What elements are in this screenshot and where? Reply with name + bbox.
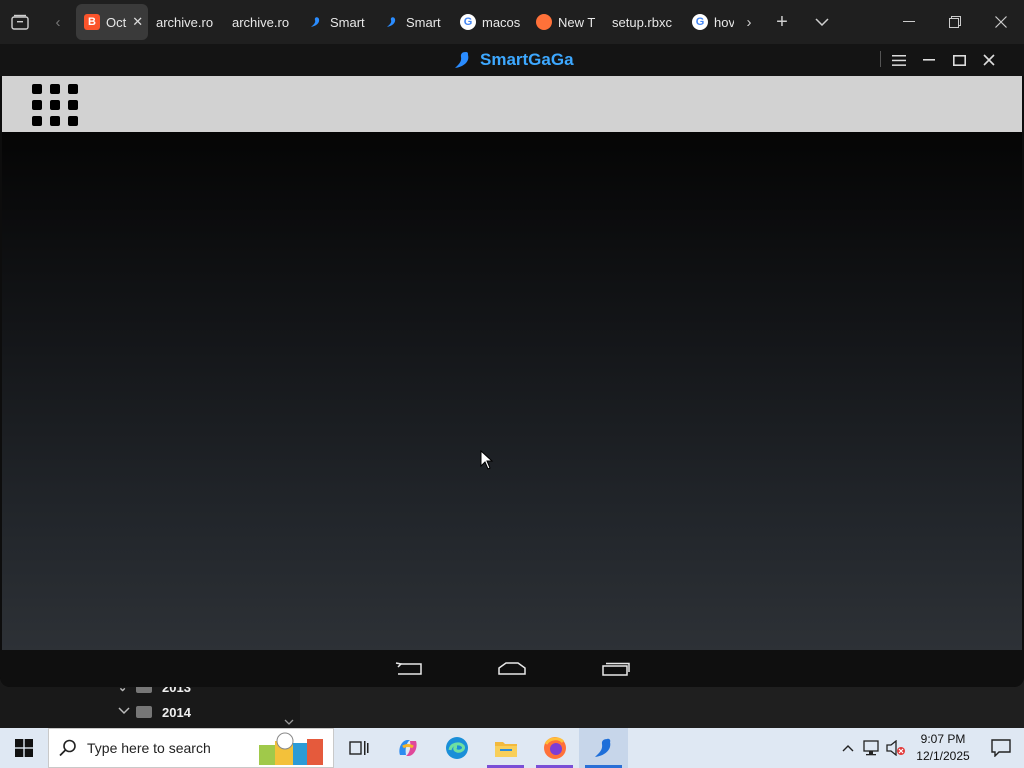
firefox-button[interactable] (530, 728, 579, 768)
back-icon[interactable] (394, 658, 424, 680)
tree-item-label: 2014 (162, 704, 191, 720)
tab-6[interactable]: New T (528, 4, 604, 40)
browser-close-icon[interactable] (978, 0, 1024, 44)
tab-0[interactable]: B Oct ✕ (76, 4, 148, 40)
title-separator (880, 51, 881, 67)
file-explorer-icon (494, 742, 517, 757)
emulator-minimize-icon[interactable] (915, 48, 943, 72)
copilot-icon (398, 740, 417, 756)
new-tab-icon[interactable]: + (764, 0, 800, 44)
tab-actions-icon[interactable] (0, 0, 40, 44)
android-launcher-bar (2, 76, 1022, 132)
tab-6-label: New T (558, 14, 596, 30)
browser-restore-icon[interactable] (932, 0, 978, 44)
scroll-tabs-left-icon[interactable]: ‹ (40, 0, 76, 44)
smartgaga-icon (384, 14, 400, 30)
copilot-button[interactable] (383, 728, 432, 768)
tab-list-chevron-icon[interactable] (800, 0, 844, 44)
home-icon[interactable] (496, 658, 528, 680)
emulator-title-bar[interactable]: SmartGaGa (0, 44, 1024, 76)
network-icon[interactable] (860, 728, 884, 768)
search-highlight-shopping-icon (259, 732, 323, 765)
task-view-icon (348, 741, 368, 755)
tab-2-label: archive.ro (232, 14, 290, 30)
recent-apps-icon[interactable] (600, 658, 632, 680)
firefox-icon (536, 14, 552, 30)
system-tray: 9:07 PM 12/1/2025 (836, 728, 1024, 768)
edge-icon (445, 737, 468, 759)
android-home-screen[interactable] (2, 132, 1022, 650)
browser-tab-strip: ‹ B Oct ✕ archive.ro archive.ro Smart Sm… (0, 0, 1024, 44)
notifications-button[interactable] (978, 728, 1024, 768)
smartgaga-taskbar-button[interactable] (579, 728, 628, 768)
tab-3[interactable]: Smart (300, 4, 376, 40)
tab-7-label: setup.rbxc (612, 14, 672, 30)
windows-taskbar: Type here to search 9:07 PM 12/1/2025 (0, 728, 1024, 768)
emulator-close-icon[interactable] (975, 48, 1003, 72)
emulator-maximize-icon[interactable] (945, 48, 973, 72)
taskbar-clock[interactable]: 9:07 PM 12/1/2025 (908, 731, 978, 765)
tab-4-label: Smart (406, 14, 441, 30)
scroll-tabs-right-icon[interactable]: › (734, 0, 764, 44)
browser-minimize-icon[interactable] (886, 0, 932, 44)
tab-4[interactable]: Smart (376, 4, 452, 40)
emulator-logo: SmartGaGa (452, 48, 574, 72)
tab-8[interactable]: G hov (684, 4, 734, 40)
smartgaga-icon (594, 738, 610, 757)
clock-date: 12/1/2025 (916, 749, 970, 763)
start-button[interactable] (0, 728, 48, 768)
smartgaga-logo-icon (455, 52, 469, 68)
firefox-icon (543, 737, 566, 759)
tab-2[interactable]: archive.ro (224, 4, 300, 40)
volume-muted-icon[interactable] (884, 728, 908, 768)
edge-button[interactable] (432, 728, 481, 768)
smartgaga-icon (308, 14, 324, 30)
tab-1-label: archive.ro (156, 14, 214, 30)
app-drawer-icon[interactable] (32, 84, 78, 128)
emulator-menu-icon[interactable] (885, 48, 913, 72)
mouse-cursor-icon (480, 449, 494, 475)
search-icon (59, 739, 76, 757)
windows-logo-icon (15, 739, 33, 757)
tab-0-label: Oct (106, 14, 127, 30)
android-nav-bar (0, 650, 1024, 687)
notification-icon (991, 739, 1011, 757)
tab-8-label: hov (714, 14, 734, 30)
file-explorer-button[interactable] (481, 728, 530, 768)
folder-icon (136, 706, 152, 718)
search-placeholder: Type here to search (87, 740, 211, 756)
tab-5[interactable]: G macos (452, 4, 528, 40)
brave-icon: B (84, 14, 100, 30)
google-icon: G (460, 14, 476, 30)
tab-7[interactable]: setup.rbxc (604, 4, 684, 40)
tab-1[interactable]: archive.ro (148, 4, 224, 40)
tree-item-2014[interactable]: 2014 (118, 701, 191, 723)
chevron-down-icon[interactable] (118, 706, 136, 718)
taskbar-search-box[interactable]: Type here to search (48, 728, 334, 768)
clock-time: 9:07 PM (920, 732, 966, 746)
show-hidden-icons-icon[interactable] (836, 728, 860, 768)
tab-3-label: Smart (330, 14, 365, 30)
smartgaga-window: SmartGaGa (0, 44, 1024, 687)
close-tab-icon[interactable]: ✕ (132, 14, 143, 30)
task-view-button[interactable] (334, 728, 383, 768)
emulator-app-name: SmartGaGa (480, 50, 574, 69)
tab-5-label: macos (482, 14, 521, 30)
google-icon: G (692, 14, 708, 30)
